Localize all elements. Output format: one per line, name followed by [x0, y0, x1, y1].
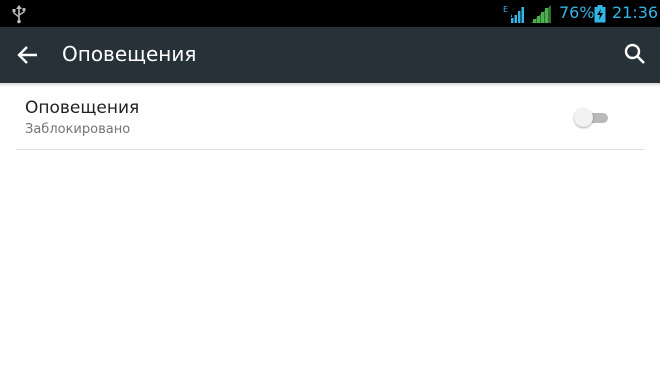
usb-icon [12, 5, 26, 24]
clock: 21:36 [612, 3, 659, 22]
status-bar: E 76% 21:36 [0, 0, 660, 27]
battery-percent: 76% [559, 3, 595, 22]
arrow-back-icon[interactable] [15, 42, 41, 68]
page-title: Оповещения [62, 42, 197, 66]
battery-charging-icon [594, 5, 606, 23]
toggle-thumb [574, 108, 593, 127]
setting-item-notifications[interactable]: Оповещения Заблокировано [16, 87, 644, 150]
action-bar: Оповещения [0, 27, 660, 83]
search-icon[interactable] [621, 40, 649, 68]
signal-icon [531, 5, 551, 23]
setting-title: Оповещения [25, 98, 140, 118]
notifications-toggle[interactable] [574, 107, 610, 127]
network-type-label: E [503, 5, 508, 14]
signal-e-icon: E [503, 5, 524, 23]
setting-subtitle: Заблокировано [25, 122, 131, 137]
